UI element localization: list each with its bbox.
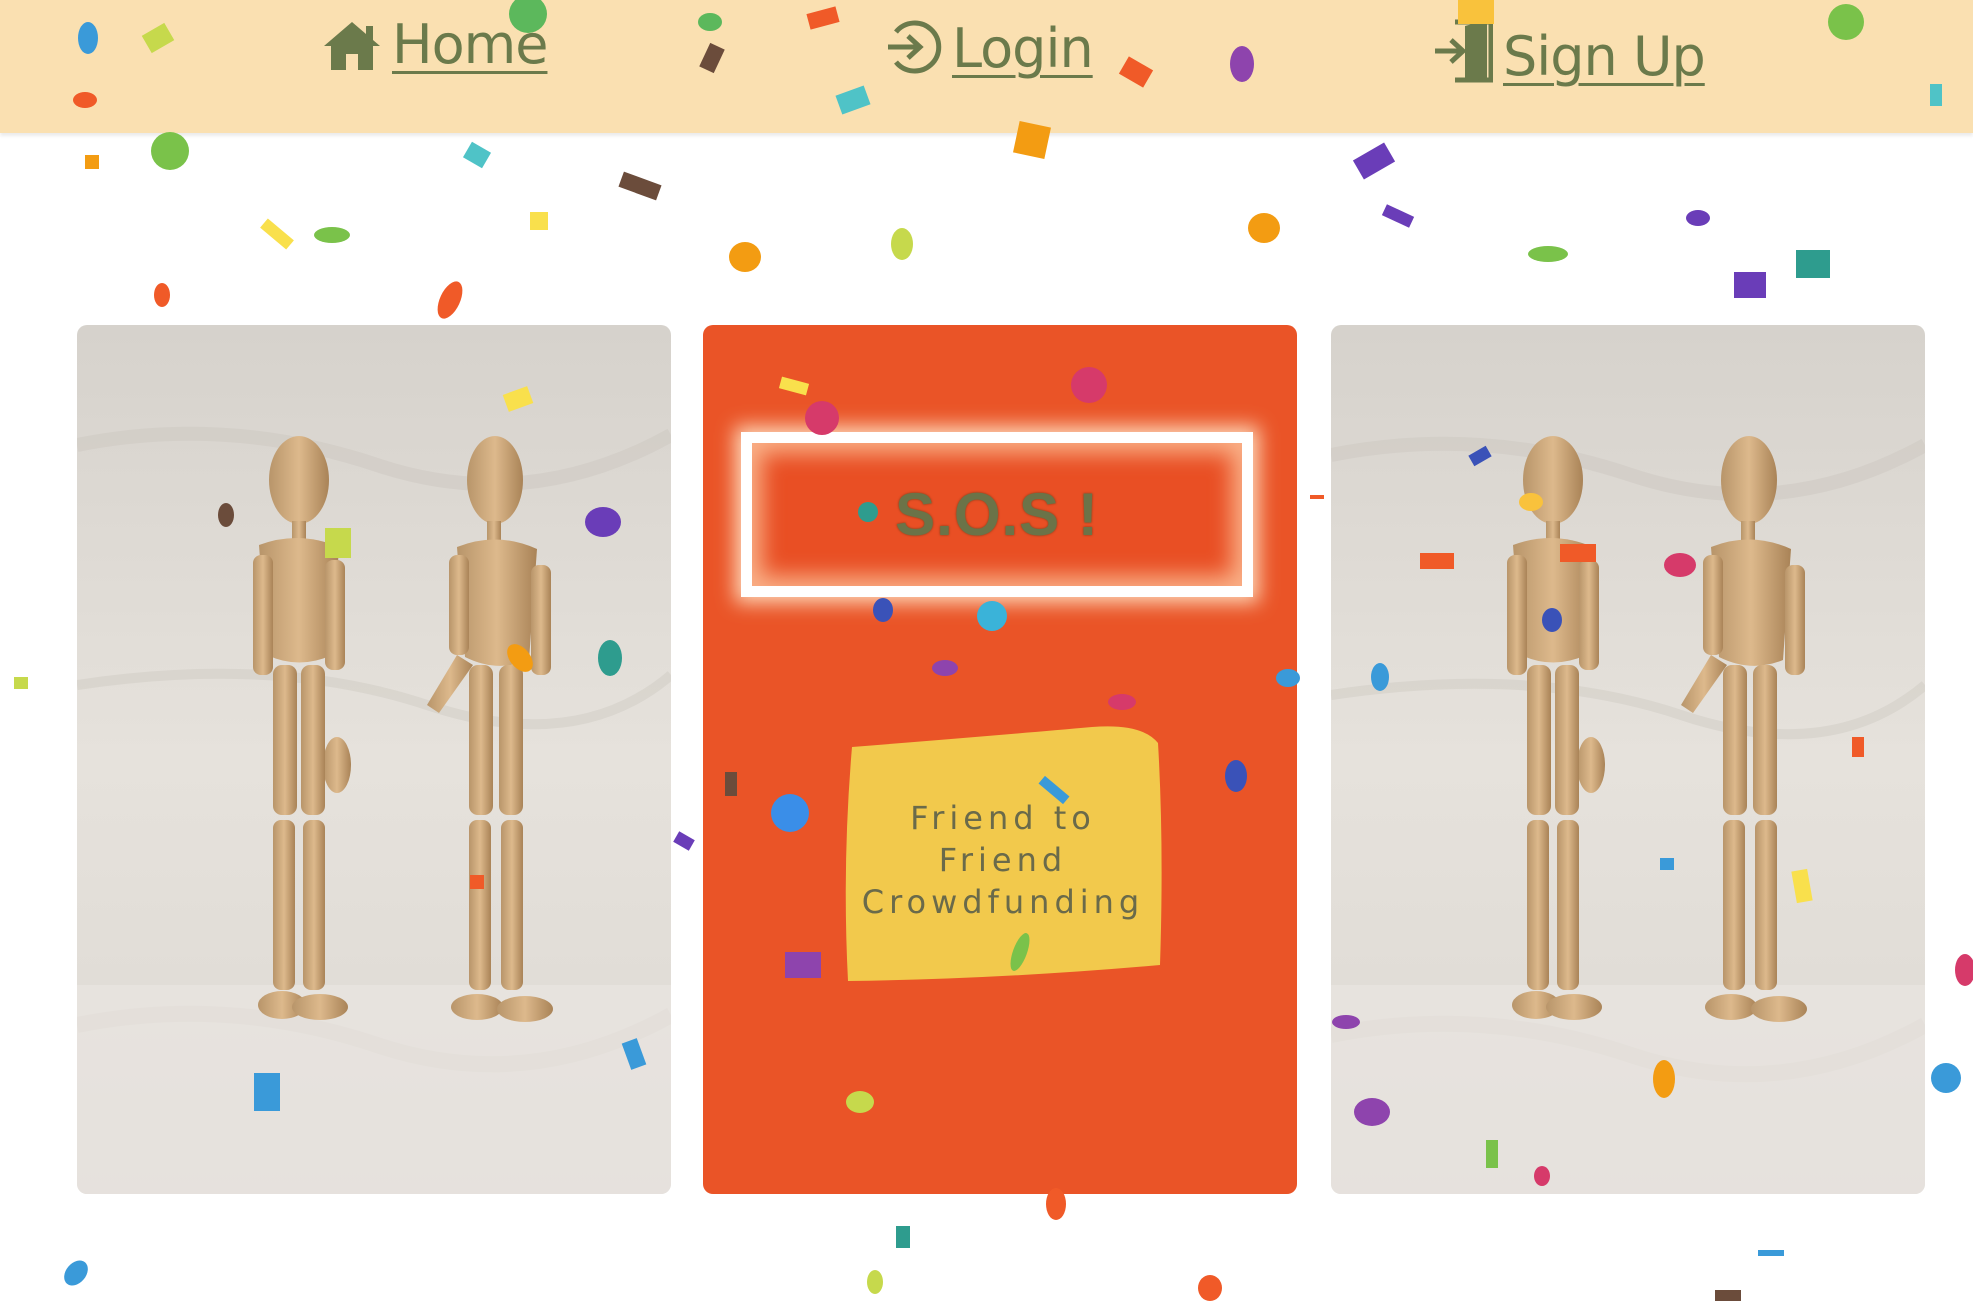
tagline-text: Friend to Friend Crowdfunding (842, 797, 1164, 923)
nav-home-link[interactable]: Home (322, 13, 548, 76)
nav-signup-label: Sign Up (1503, 25, 1706, 88)
nav-login-label: Login (952, 17, 1094, 80)
sos-neon-frame: S.O.S ! (741, 432, 1253, 597)
login-icon (884, 18, 942, 76)
tagline-box: Friend to Friend Crowdfunding (842, 725, 1164, 983)
right-mannequin-card (1331, 325, 1925, 1194)
nav-login-link[interactable]: Login (884, 17, 1094, 80)
sos-card[interactable]: S.O.S ! Friend to Friend Crowdfunding (703, 325, 1297, 1194)
page: Home Login Sign Up S.O.S ! Friend to Fri… (0, 0, 1973, 1301)
tagline-line-2: Crowdfunding (861, 883, 1145, 921)
tagline-line-1: Friend to Friend (910, 799, 1096, 879)
nav-home-label: Home (392, 13, 548, 76)
sos-title: S.O.S ! (895, 481, 1099, 548)
navbar: Home Login Sign Up (0, 0, 1973, 133)
signup-icon (1433, 18, 1493, 84)
mannequin-photo (1331, 325, 1925, 1194)
nav-signup-link[interactable]: Sign Up (1433, 18, 1706, 88)
left-mannequin-card (77, 325, 671, 1194)
mannequin-photo (77, 325, 671, 1194)
home-icon (322, 20, 382, 72)
